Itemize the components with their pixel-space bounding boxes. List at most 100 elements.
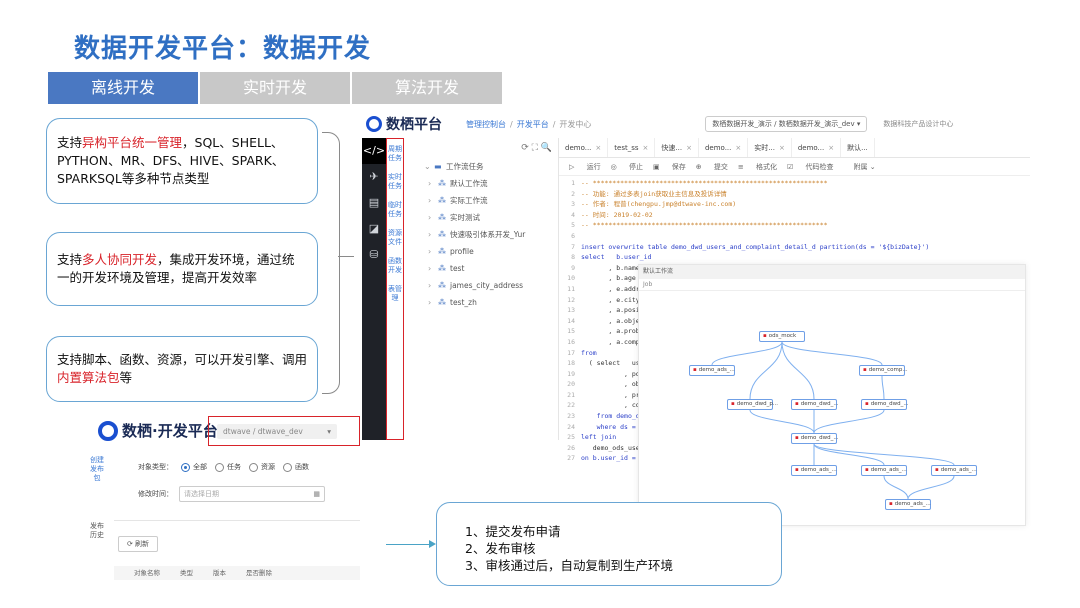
- breadcrumb-dev-platform[interactable]: 开发平台: [517, 119, 549, 130]
- editor-tab[interactable]: 快速... ×: [655, 138, 699, 157]
- modified-time-filter: 修改时间： 请选择日期 ▦: [138, 486, 325, 502]
- radio-task[interactable]: [215, 462, 224, 472]
- task-type-tabs: 周期任务 实时任务 临时任务 资源文件 函数开发 表管理: [386, 138, 404, 440]
- code-line: 4 -- 时间: 2019-02-02: [571, 210, 653, 219]
- more-button[interactable]: 附属 ⌄: [844, 162, 876, 172]
- dag-node[interactable]: ▪ demo_dwd_...: [791, 399, 839, 410]
- tree-item[interactable]: › ⁂ profile: [408, 243, 558, 260]
- table-icon[interactable]: ▤: [362, 190, 386, 216]
- icon-sidebar: </> ✈ ▤ ◪ ⛁: [362, 138, 386, 440]
- vtab-temporary[interactable]: 临时任务: [388, 201, 402, 219]
- dag-node[interactable]: ▪ demo_ads_...: [689, 365, 735, 376]
- workflow-icon: ⁂: [438, 196, 446, 205]
- mode-tabs: 离线开发 实时开发 算法开发: [48, 72, 504, 104]
- logo-icon: [366, 116, 382, 132]
- feature-callout-heterogeneous: 支持异构平台统一管理，SQL、SHELL、PYTHON、MR、DFS、HIVE、…: [46, 118, 318, 204]
- radio-all[interactable]: [181, 462, 190, 472]
- editor-tab[interactable]: demo... ×: [559, 138, 609, 157]
- tree-item[interactable]: › ⁂ james_city_address: [408, 277, 558, 294]
- editor-toolbar: ▷ 运行 ◎ 停止 ▣ 保存 ⊕ 提交 ≡ 格式化 ☑ 代码检查 附属 ⌄: [559, 158, 1030, 176]
- editor-tab[interactable]: 实时... ×: [748, 138, 792, 157]
- tree-toolbar[interactable]: ⟳ ⛶ 🔍: [408, 138, 558, 158]
- table-header: 对象名称 类型 版本 是否删除: [114, 566, 360, 580]
- close-icon: ×: [778, 144, 785, 152]
- tree-item[interactable]: › ⁂ test_zh: [408, 294, 558, 311]
- run-button[interactable]: ▷ 运行: [569, 162, 601, 172]
- vtab-periodic[interactable]: 周期任务: [388, 145, 402, 163]
- date-picker[interactable]: 请选择日期 ▦: [179, 486, 325, 502]
- vtab-realtime[interactable]: 实时任务: [388, 173, 402, 191]
- code-line: 6: [571, 231, 575, 240]
- editor-tab[interactable]: 默认...: [841, 138, 875, 157]
- env-select[interactable]: dtwave / dtwave_dev ▾: [217, 424, 337, 439]
- close-icon: ×: [595, 144, 602, 152]
- dag-node[interactable]: ▪ demo_dwd_p...: [727, 399, 778, 410]
- callout-text: 支持多人协同开发，集成开发环境，通过统一的开发环境及管理，提高开发效率: [57, 252, 295, 285]
- editor-tab[interactable]: demo... ×: [699, 138, 749, 157]
- object-type-filter: 对象类型： 全部 任务 资源 函数: [138, 462, 309, 472]
- publish-logo: 数栖·开发平台: [122, 422, 218, 440]
- publish-steps-callout: 1、提交发布申请 2、发布审核 3、审核通过后，自动复制到生产环境: [436, 502, 782, 586]
- tree-item[interactable]: › ⁂ 实时测试: [408, 209, 558, 226]
- send-icon[interactable]: ✈: [362, 164, 386, 190]
- dag-edge: [907, 475, 955, 500]
- tree-root[interactable]: ⌄ ▬ 工作流任务: [408, 158, 558, 175]
- radio-function[interactable]: [283, 462, 292, 472]
- project-select[interactable]: 数栖数据开发_演示 / 数栖数据开发_演示_dev ▾: [705, 116, 868, 132]
- dag-node[interactable]: ▪ demo_ads_...: [885, 499, 931, 510]
- stop-button[interactable]: ◎ 停止: [611, 162, 643, 172]
- code-line: 1 -- ************************************…: [571, 179, 828, 187]
- code-line: 8 select b.user_id: [571, 253, 652, 262]
- vtab-resources[interactable]: 资源文件: [388, 229, 402, 247]
- calendar-icon: ▦: [313, 490, 320, 498]
- dag-node[interactable]: ▪ demo_ads_...: [791, 465, 837, 476]
- editor-tab[interactable]: demo... ×: [792, 138, 842, 157]
- breadcrumb-console[interactable]: 管理控制台: [466, 119, 506, 130]
- divider: [114, 520, 360, 521]
- dag-node[interactable]: ▪ demo_dwd_...: [861, 399, 909, 410]
- dag-node[interactable]: ▪ ods_mock: [759, 331, 805, 342]
- code-icon[interactable]: </>: [362, 138, 386, 164]
- tree-item[interactable]: › ⁂ 实际工作流: [408, 192, 558, 209]
- editor-tab[interactable]: test_ss ×: [608, 138, 656, 157]
- chevron-down-icon: ▾: [327, 427, 331, 436]
- lint-button[interactable]: ☑ 代码检查: [787, 162, 834, 172]
- dag-node[interactable]: ▪ demo_comp...: [859, 365, 908, 376]
- workflow-tree: ⟳ ⛶ 🔍 ⌄ ▬ 工作流任务 › ⁂ 默认工作流 › ⁂ 实际工作流 › ⁂ 实时测试 › ⁂ 快…: [408, 138, 558, 440]
- vtab-tables[interactable]: 表管理: [388, 285, 402, 303]
- org-name[interactable]: 数据科技产品设计中心: [883, 119, 953, 129]
- close-icon: ×: [686, 144, 692, 152]
- save-button[interactable]: ▣ 保存: [653, 162, 686, 172]
- workflow-dag-panel: 默认工作流 Job ▪ ods_mock ▪ demo_ads_... ▪ demo_co…: [638, 264, 1026, 526]
- dag-edge: [813, 443, 955, 466]
- dag-node[interactable]: ▪ demo_dwd_...: [791, 433, 839, 444]
- publish-history-tab[interactable]: 发布历史: [90, 522, 104, 540]
- tab-algorithm[interactable]: 算法开发: [352, 72, 502, 104]
- tab-realtime[interactable]: 实时开发: [200, 72, 350, 104]
- close-icon: ×: [642, 144, 649, 152]
- submit-button[interactable]: ⊕ 提交: [696, 162, 728, 172]
- radio-resource[interactable]: [249, 462, 258, 472]
- close-icon: ×: [735, 144, 742, 152]
- refresh-button[interactable]: ⟳ 刷新: [118, 536, 158, 552]
- dag-edge: [781, 341, 883, 366]
- tree-item[interactable]: › ⁂ 默认工作流: [408, 175, 558, 192]
- dag-node[interactable]: ▪ demo_ads_...: [861, 465, 907, 476]
- create-package-tab[interactable]: 创建发布包: [90, 456, 104, 483]
- code-line: 2 -- 功能: 通过多表join获取业主信息及投诉详情: [571, 189, 727, 198]
- tab-offline[interactable]: 离线开发: [48, 72, 198, 104]
- callout-text: 支持脚本、函数、资源，可以开发引擎、调用内置算法包等: [57, 352, 308, 385]
- workflow-icon: ⁂: [438, 281, 446, 290]
- dag-node[interactable]: ▪ demo_ads_...: [931, 465, 977, 476]
- format-button[interactable]: ≡ 格式化: [738, 162, 777, 172]
- tree-item[interactable]: › ⁂ test: [408, 260, 558, 277]
- dag-edge: [711, 341, 783, 366]
- callout-text: 支持异构平台统一管理，SQL、SHELL、PYTHON、MR、DFS、HIVE、…: [57, 135, 285, 186]
- workflow-icon: ⁂: [438, 247, 446, 256]
- step-item: 3、审核通过后，自动复制到生产环境: [465, 558, 673, 573]
- storage-icon[interactable]: ⛁: [362, 242, 386, 268]
- page-title: 数据开发平台：数据开发: [74, 34, 372, 64]
- tree-item[interactable]: › ⁂ 快速吸引体系开发_Yur: [408, 226, 558, 243]
- vtab-functions[interactable]: 函数开发: [388, 257, 402, 275]
- chart-icon[interactable]: ◪: [362, 216, 386, 242]
